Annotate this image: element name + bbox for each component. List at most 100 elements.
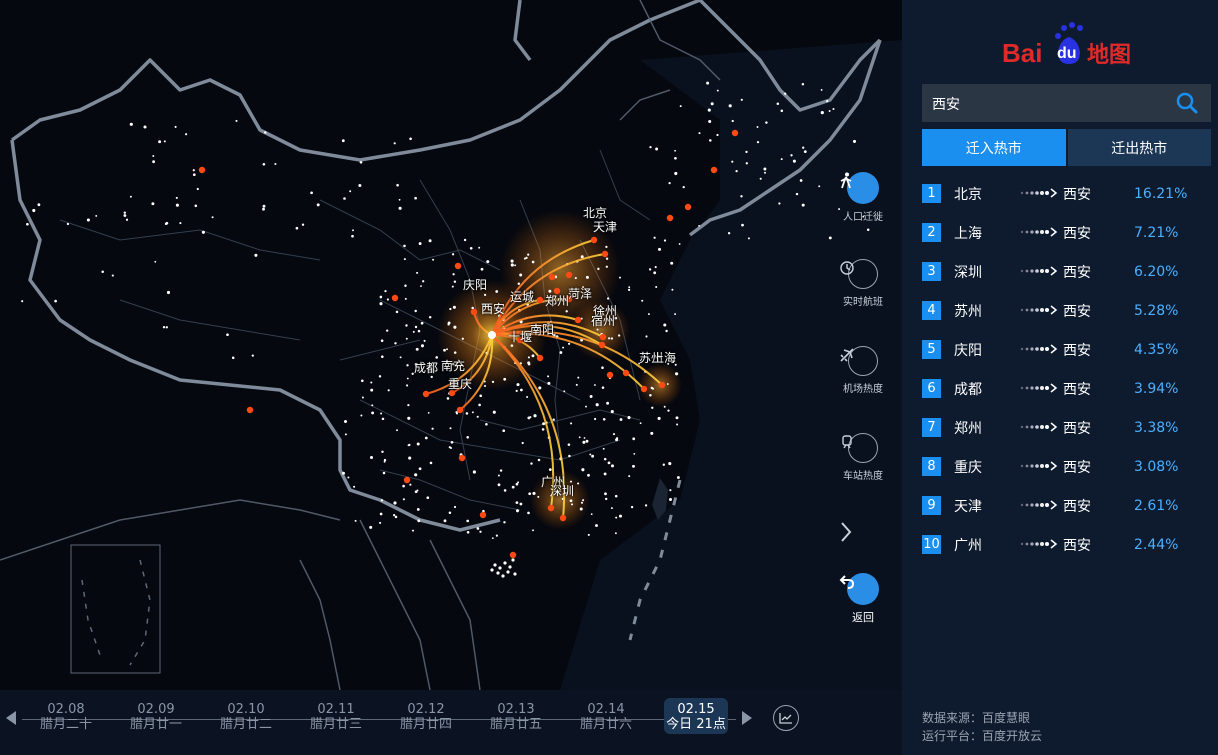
timeline-date[interactable]: 02.08 腊月二十 (26, 702, 106, 732)
timeline-date[interactable]: 02.11 腊月廿三 (296, 702, 376, 732)
tool-label: 实时航班 (843, 297, 883, 308)
trend-chart-button[interactable] (773, 705, 799, 731)
city-dot (567, 342, 571, 345)
city-dot (264, 131, 267, 134)
city-dot (581, 468, 585, 472)
migration-percent: 3.94% (1134, 380, 1179, 397)
city-dot (423, 339, 426, 342)
timeline-date[interactable]: 02.15 今日 21点 (656, 702, 736, 732)
ranking-row[interactable]: 5 庆阳 西安 4.35% (922, 330, 1211, 369)
city-dot (262, 204, 266, 208)
timeline-date[interactable]: 02.12 腊月廿四 (386, 702, 466, 732)
city-dot (405, 337, 408, 340)
date-label: 02.12 (407, 702, 445, 717)
city-dot (820, 88, 823, 91)
city-dot (450, 440, 454, 444)
source-city-dot (599, 333, 607, 341)
city-dot (541, 428, 545, 431)
search-button[interactable] (1163, 84, 1211, 122)
migration-percent: 2.44% (1134, 536, 1179, 553)
ranking-row[interactable]: 4 苏州 西安 5.28% (922, 291, 1211, 330)
city-dot (669, 498, 672, 501)
lunar-label: 腊月廿四 (399, 717, 452, 732)
city-dot (456, 412, 458, 415)
city-dot (710, 102, 714, 106)
city-dot (316, 203, 320, 207)
to-city: 西安 (1063, 186, 1091, 203)
city-dot (765, 121, 768, 124)
city-dot (795, 192, 799, 196)
timeline-date[interactable]: 02.14 腊月廿六 (566, 702, 646, 732)
city-dot (495, 290, 499, 293)
city-dot (379, 295, 383, 299)
ranking-row[interactable]: 2 上海 西安 7.21% (922, 213, 1211, 252)
tool-realtime-flights[interactable]: 实时航班 (838, 259, 888, 308)
city-dot (417, 329, 421, 333)
ranking-row[interactable]: 1 北京 西安 16.21% (922, 174, 1211, 213)
city-dot (709, 139, 712, 142)
data-source: 数据来源：百度慧眼 (922, 711, 1031, 725)
logo-bai: Bai (1002, 38, 1042, 68)
city-dot (665, 329, 668, 333)
city-dot (675, 372, 679, 376)
rank-badge: 5 (922, 340, 941, 359)
city-dot (716, 89, 719, 92)
next-arrow-icon[interactable] (740, 710, 754, 726)
tab-immigration[interactable]: 迁入热市 (922, 129, 1066, 166)
ranking-row[interactable]: 6 成都 西安 3.94% (922, 369, 1211, 408)
tool-station-heat[interactable]: 车站热度 (838, 433, 888, 482)
timeline-date[interactable]: 02.10 腊月廿二 (206, 702, 286, 732)
city-dot (399, 356, 402, 359)
city-dot (379, 521, 382, 524)
tool-airport-heat[interactable]: 机场热度 (838, 346, 888, 395)
city-dot (406, 384, 409, 387)
back-button[interactable]: 返回 (838, 573, 888, 625)
ranking-row[interactable]: 3 深圳 西安 6.20% (922, 252, 1211, 291)
city-dot (663, 239, 667, 242)
city-dot (667, 409, 670, 412)
city-dot (492, 410, 496, 414)
search-input[interactable] (922, 84, 1174, 124)
migration-percent: 4.35% (1134, 341, 1179, 358)
city-dot (420, 344, 425, 348)
city-dot (669, 489, 672, 492)
city-dot (510, 259, 514, 263)
ranking-row[interactable]: 10 广州 西安 2.44% (922, 525, 1211, 564)
rank-badge: 9 (922, 496, 941, 515)
city-dot (382, 471, 386, 475)
city-dot (611, 464, 614, 468)
city-dot (235, 119, 238, 122)
city-dot (358, 183, 362, 188)
city-dot (414, 325, 418, 329)
source-city-dot (606, 371, 614, 379)
migration-map[interactable]: 北京 天津 庆阳 运城 菏泽 郑州 西安 徐州 宿州 南阳 十堰 成都 南充 苏州 上海 重庆 广州 深圳 人口迁… (0, 0, 902, 755)
ranking-row[interactable]: 7 郑州 西安 3.38% (922, 408, 1211, 447)
city-dot (527, 362, 531, 366)
city-dot (379, 302, 383, 306)
city-dot (682, 185, 685, 189)
city-dot (396, 183, 399, 187)
city-dot (381, 450, 384, 454)
city-dot (408, 443, 411, 446)
date-label: 02.10 (227, 702, 265, 717)
source-city-dot (731, 129, 739, 137)
prev-arrow-icon[interactable] (4, 710, 18, 726)
city-dot (707, 108, 711, 112)
city-dot (595, 403, 599, 407)
timeline-date[interactable]: 02.09 腊月廿一 (116, 702, 196, 732)
tool-population-migration[interactable]: 人口迁徙 (838, 172, 888, 223)
ranking-row[interactable]: 9 天津 西安 2.61% (922, 486, 1211, 525)
city-dot (653, 271, 657, 275)
timeline-date[interactable]: 02.13 腊月廿五 (476, 702, 556, 732)
city-dot (614, 494, 618, 498)
city-dot (497, 483, 501, 487)
ranking-row[interactable]: 8 重庆 西安 3.08% (922, 447, 1211, 486)
dotted-arrow-icon (1020, 383, 1058, 393)
city-dot (801, 83, 805, 86)
city-dot (521, 441, 524, 445)
city-dot (593, 384, 596, 386)
city-dot (476, 415, 479, 418)
city-dot (352, 229, 354, 232)
city-dot (658, 247, 661, 251)
tab-emigration[interactable]: 迁出热市 (1067, 129, 1211, 166)
